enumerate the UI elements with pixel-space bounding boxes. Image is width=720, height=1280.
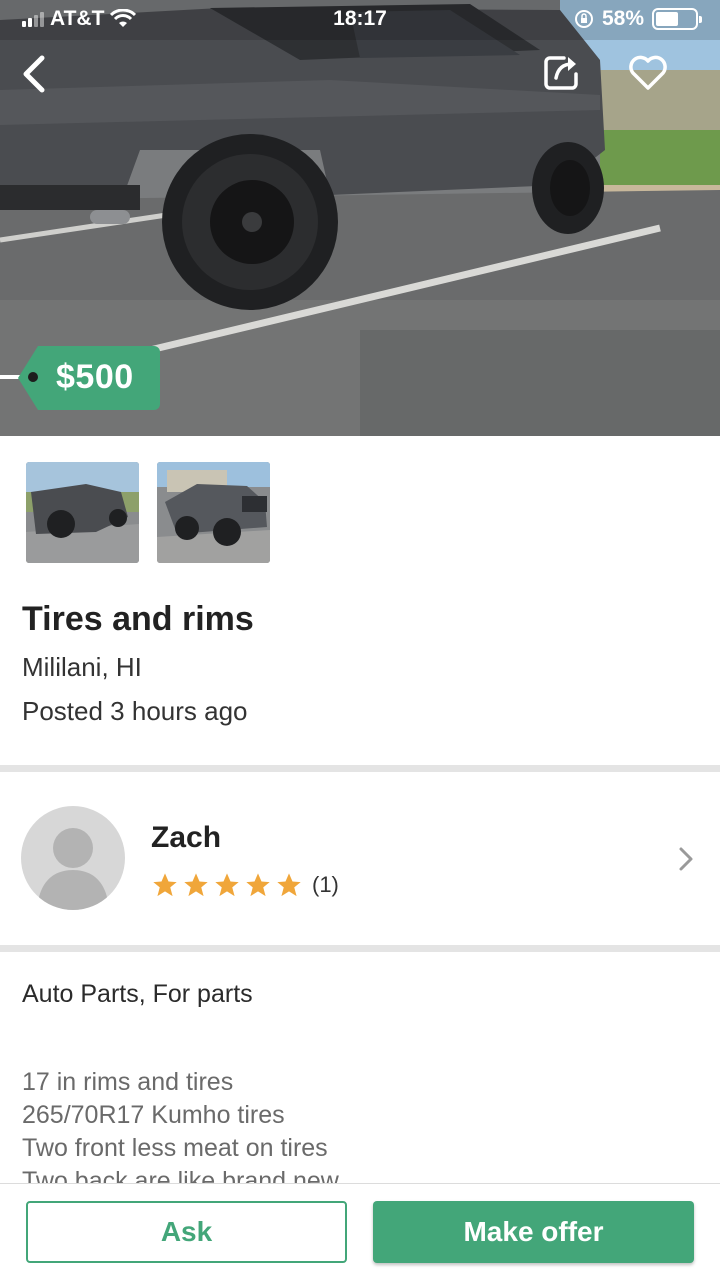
star-icon — [277, 873, 301, 897]
status-bar: AT&T 18:17 58% — [0, 0, 720, 38]
photo-thumbnail-2[interactable] — [157, 462, 270, 563]
person-placeholder-icon — [37, 828, 109, 910]
photo-thumbnail-1[interactable] — [26, 462, 139, 563]
share-icon — [544, 56, 578, 90]
description-line: Two back are like brand new — [22, 1167, 339, 1184]
back-button[interactable] — [12, 50, 56, 98]
rating-count: (1) — [312, 872, 339, 897]
bottom-action-bar: Ask Make offer — [0, 1183, 720, 1280]
section-divider — [0, 945, 720, 952]
avatar — [21, 806, 125, 910]
star-icon — [215, 873, 239, 897]
seller-rating: (1) — [151, 871, 339, 899]
listing-location: Mililani, HI — [22, 652, 142, 682]
star-icon — [153, 873, 177, 897]
description-line: Two front less meat on tires — [22, 1134, 328, 1162]
battery-percent: 58% — [601, 7, 644, 30]
photo-thumbnails — [26, 462, 270, 563]
ask-button[interactable]: Ask — [26, 1201, 347, 1263]
description-line: 17 in rims and tires — [22, 1068, 234, 1096]
listing-categories: Auto Parts, For parts — [22, 980, 253, 1008]
chevron-right-icon — [679, 847, 693, 871]
seller-profile-row[interactable]: Zach (1) — [0, 773, 720, 945]
listing-title: Tires and rims — [22, 600, 254, 638]
seller-name: Zach — [151, 821, 222, 854]
section-divider — [0, 765, 720, 772]
star-icon — [246, 873, 270, 897]
star-icon — [184, 873, 208, 897]
make-offer-button[interactable]: Make offer — [373, 1201, 694, 1263]
price-label: $500 — [56, 358, 134, 396]
share-button[interactable] — [540, 50, 584, 94]
orientation-lock-icon — [574, 10, 593, 28]
favorite-button[interactable] — [624, 50, 672, 94]
back-arrow-icon — [23, 55, 45, 93]
description-line: 265/70R17 Kumho tires — [22, 1101, 285, 1129]
heart-icon — [629, 55, 667, 90]
listing-description: 17 in rims and tires 265/70R17 Kumho tir… — [22, 1066, 702, 1184]
posted-time: Posted 3 hours ago — [22, 696, 248, 726]
battery-icon — [652, 8, 702, 30]
